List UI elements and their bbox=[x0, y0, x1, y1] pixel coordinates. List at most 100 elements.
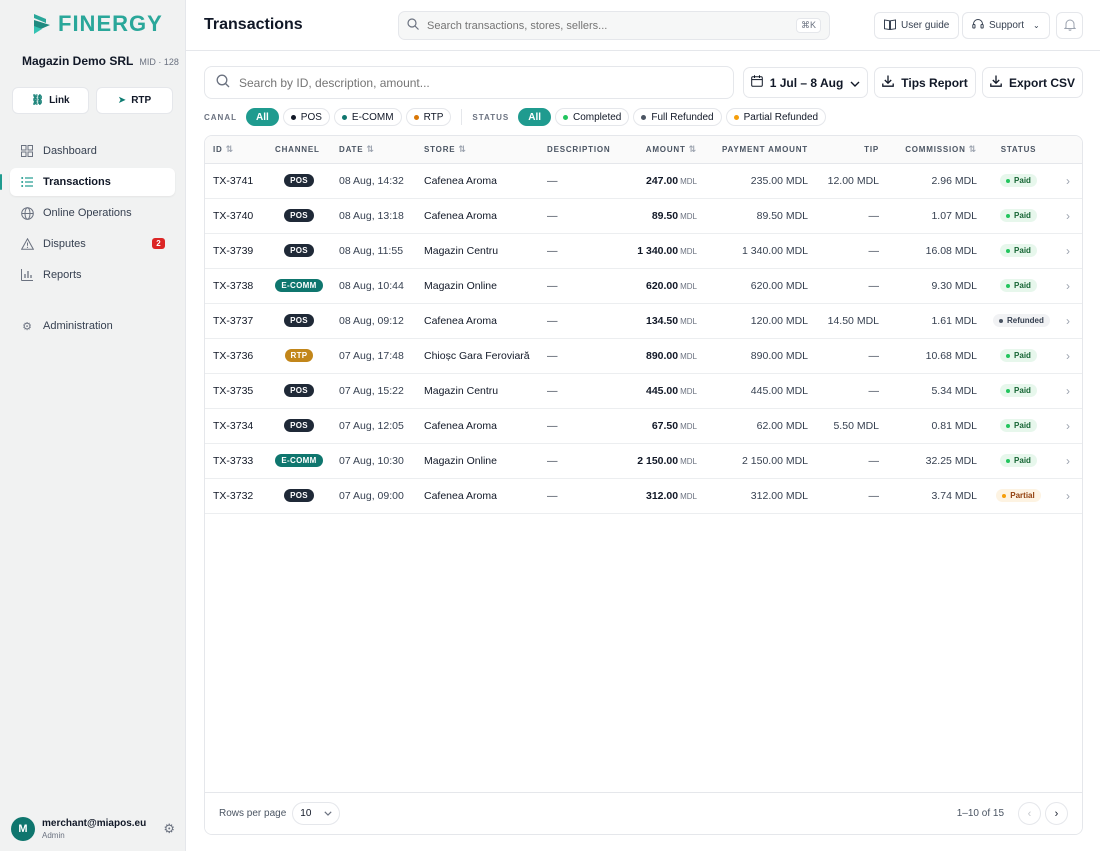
status-filter-chip-all[interactable]: All bbox=[518, 108, 551, 126]
cell-payment-amount: 62.00 MDL bbox=[705, 408, 816, 444]
export-csv-button[interactable]: Export CSV bbox=[982, 67, 1083, 98]
transaction-id: TX-3734 bbox=[213, 419, 254, 432]
status-badge: Paid bbox=[1000, 174, 1037, 188]
status-label: Partial bbox=[1010, 491, 1035, 501]
chevron-right-icon[interactable]: › bbox=[1066, 349, 1070, 363]
status-filter-chip-completed[interactable]: Completed bbox=[555, 108, 630, 126]
gear-icon[interactable]: ⚙ bbox=[163, 821, 175, 837]
chevron-right-icon[interactable]: › bbox=[1066, 419, 1070, 433]
transactions-search-input[interactable] bbox=[239, 75, 722, 90]
table-row[interactable]: TX-3741 POS 08 Aug, 14:32 Cafenea Aroma — 247… bbox=[205, 163, 1082, 199]
canal-filter-chip-rtp[interactable]: RTP bbox=[405, 108, 452, 126]
column-header-store[interactable]: STORE ⇅ bbox=[416, 136, 539, 164]
column-header-label: AMOUNT bbox=[645, 144, 686, 154]
tips-report-button[interactable]: Tips Report bbox=[874, 67, 976, 98]
table-row[interactable]: TX-3732 POS 07 Aug, 09:00 Cafenea Aroma — 312… bbox=[205, 478, 1082, 514]
date-range-picker[interactable]: 1 Jul – 8 Aug bbox=[743, 67, 868, 98]
chevron-right-icon[interactable]: › bbox=[1066, 384, 1070, 398]
table-row[interactable]: TX-3738 E-COMM 08 Aug, 10:44 Magazin Online… bbox=[205, 268, 1082, 304]
brand-logo[interactable]: FINERGY bbox=[32, 11, 163, 37]
user-info: merchant@miapos.eu Admin bbox=[42, 818, 156, 840]
cell-action: › bbox=[1052, 163, 1082, 199]
channel-badge: POS bbox=[284, 314, 314, 327]
canal-filter-chip-e-comm[interactable]: E-COMM bbox=[333, 108, 402, 126]
chevron-right-icon: › bbox=[1054, 807, 1059, 820]
column-header-id[interactable]: ID ⇅ bbox=[205, 136, 267, 164]
column-header-commission[interactable]: COMMISSION ⇅ bbox=[887, 136, 985, 164]
quick-actions: ⛓ Link ➤ RTP bbox=[12, 87, 173, 114]
filter-divider bbox=[461, 109, 463, 125]
status-label: Paid bbox=[1014, 211, 1031, 221]
status-filter-chip-full-refunded[interactable]: Full Refunded bbox=[633, 108, 722, 126]
column-header-label: TIP bbox=[864, 144, 879, 154]
cell-tip: — bbox=[816, 478, 887, 514]
sidebar-item-reports[interactable]: Reports bbox=[10, 261, 175, 289]
cell-status: Partial bbox=[985, 478, 1052, 514]
payment-amount: 620.00 MDL bbox=[750, 279, 808, 292]
chevron-right-icon[interactable]: › bbox=[1066, 489, 1070, 503]
cell-commission: 32.25 MDL bbox=[887, 443, 985, 479]
currency-label: MDL bbox=[680, 281, 697, 291]
sidebar-item-disputes[interactable]: Disputes 2 bbox=[10, 230, 175, 258]
sidebar-item-online-operations[interactable]: Online Operations bbox=[10, 199, 175, 227]
table-row[interactable]: TX-3739 POS 08 Aug, 11:55 Magazin Centru — 1 … bbox=[205, 233, 1082, 269]
table-row[interactable]: TX-3740 POS 08 Aug, 13:18 Cafenea Aroma — 89.… bbox=[205, 198, 1082, 234]
status-dot-icon bbox=[341, 114, 347, 120]
global-search-input[interactable] bbox=[427, 19, 788, 32]
status-filter-chip-partial-refunded[interactable]: Partial Refunded bbox=[725, 108, 827, 126]
table-row[interactable]: TX-3733 E-COMM 07 Aug, 10:30 Magazin Online… bbox=[205, 443, 1082, 479]
chevron-right-icon[interactable]: › bbox=[1066, 279, 1070, 293]
column-header-date[interactable]: DATE ⇅ bbox=[331, 136, 416, 164]
filter-chip-label: All bbox=[256, 111, 269, 123]
next-page-button[interactable]: › bbox=[1045, 802, 1068, 825]
cell-action: › bbox=[1052, 338, 1082, 374]
sidebar-item-label: Reports bbox=[43, 269, 82, 281]
support-button[interactable]: Support ⌄ bbox=[962, 12, 1050, 39]
notifications-button[interactable] bbox=[1056, 12, 1083, 39]
commission-amount: 9.30 MDL bbox=[931, 279, 977, 292]
prev-page-button[interactable]: ‹ bbox=[1018, 802, 1041, 825]
cell-action: › bbox=[1052, 443, 1082, 479]
rows-per-page-select[interactable]: 10 bbox=[292, 802, 341, 825]
sidebar-item-administration[interactable]: ⚙ Administration bbox=[10, 312, 175, 340]
table-row[interactable]: TX-3734 POS 07 Aug, 12:05 Cafenea Aroma — 67.… bbox=[205, 408, 1082, 444]
chevron-right-icon[interactable]: › bbox=[1066, 174, 1070, 188]
cell-description: — bbox=[539, 338, 619, 374]
amount-value: 89.50 bbox=[651, 209, 679, 222]
link-button[interactable]: ⛓ Link bbox=[12, 87, 89, 114]
column-header-label: STATUS bbox=[1000, 144, 1037, 154]
rtp-button[interactable]: ➤ RTP bbox=[96, 87, 173, 114]
transaction-id: TX-3741 bbox=[213, 174, 254, 187]
sidebar-item-transactions[interactable]: Transactions bbox=[0, 168, 175, 196]
sidebar: FINERGY Magazin Demo SRL MID · 128 ⛓ Lin… bbox=[0, 0, 186, 851]
status-badge: Paid bbox=[1000, 454, 1037, 468]
user-guide-button[interactable]: User guide bbox=[874, 12, 960, 39]
table-row[interactable]: TX-3737 POS 08 Aug, 09:12 Cafenea Aroma — 134… bbox=[205, 303, 1082, 339]
avatar: M bbox=[11, 817, 35, 841]
transaction-date: 07 Aug, 17:48 bbox=[339, 349, 404, 362]
transactions-search[interactable] bbox=[204, 66, 734, 99]
channel-badge: POS bbox=[284, 174, 314, 187]
chevron-right-icon[interactable]: › bbox=[1066, 209, 1070, 223]
chevron-right-icon[interactable]: › bbox=[1066, 454, 1070, 468]
user-profile[interactable]: M merchant@miapos.eu Admin ⚙ bbox=[11, 817, 175, 841]
table-row[interactable]: TX-3735 POS 07 Aug, 15:22 Magazin Centru — 44… bbox=[205, 373, 1082, 409]
cell-payment-amount: 120.00 MDL bbox=[705, 303, 816, 339]
canal-filter-chip-all[interactable]: All bbox=[246, 108, 279, 126]
cell-date: 08 Aug, 14:32 bbox=[331, 163, 416, 199]
column-header-amount[interactable]: AMOUNT ⇅ bbox=[619, 136, 705, 164]
cell-status: Paid bbox=[985, 163, 1052, 199]
tip-amount: — bbox=[868, 489, 880, 502]
global-search[interactable]: ⌘K bbox=[398, 11, 830, 40]
chevron-right-icon[interactable]: › bbox=[1066, 314, 1070, 328]
cell-tip: — bbox=[816, 233, 887, 269]
currency-label: MDL bbox=[680, 386, 697, 396]
table-row[interactable]: TX-3736 RTP 07 Aug, 17:48 Chioșc Gara Ferov… bbox=[205, 338, 1082, 374]
sidebar-item-dashboard[interactable]: Dashboard bbox=[10, 137, 175, 165]
transaction-id: TX-3735 bbox=[213, 384, 254, 397]
description-text: — bbox=[547, 384, 558, 397]
status-label: Paid bbox=[1014, 351, 1031, 361]
commission-amount: 16.08 MDL bbox=[925, 244, 977, 257]
chevron-right-icon[interactable]: › bbox=[1066, 244, 1070, 258]
canal-filter-chip-pos[interactable]: POS bbox=[282, 108, 330, 126]
